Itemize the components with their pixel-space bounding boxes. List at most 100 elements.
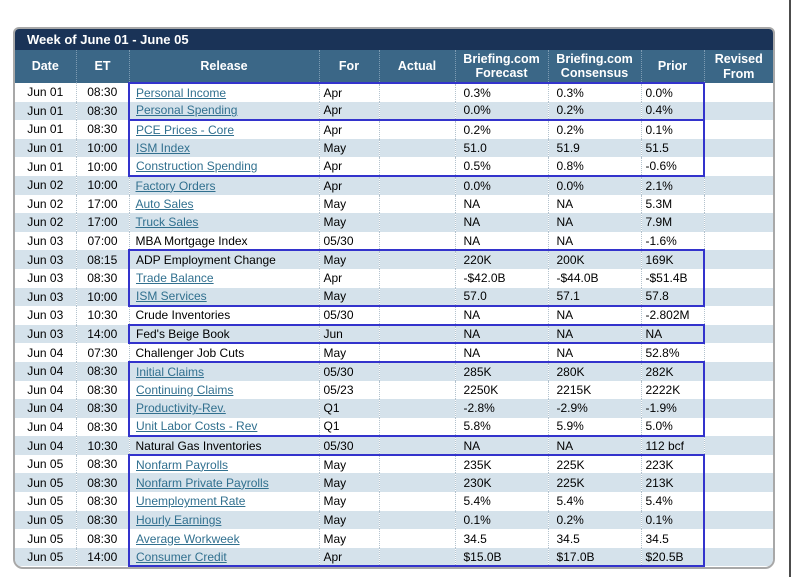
cell-revised <box>704 325 773 344</box>
cell-consensus: 5.9% <box>548 418 641 437</box>
cell-date: Jun 04 <box>15 362 76 381</box>
cell-actual <box>379 548 455 567</box>
cell-revised <box>704 418 773 437</box>
cell-forecast: NA <box>455 436 548 455</box>
cell-et: 08:30 <box>76 362 129 381</box>
cell-forecast: 2250K <box>455 381 548 400</box>
release-link[interactable]: Factory Orders <box>136 179 216 193</box>
release-link[interactable]: Nonfarm Payrolls <box>136 458 228 472</box>
cell-prior: -1.9% <box>641 399 704 418</box>
release-link[interactable]: ISM Index <box>136 141 190 155</box>
cell-release: Factory Orders <box>129 176 319 195</box>
release-link[interactable]: PCE Prices - Core <box>136 123 234 137</box>
cell-revised <box>704 120 773 139</box>
table-row: Jun 0210:00Factory OrdersApr0.0%0.0%2.1% <box>15 176 773 195</box>
cell-prior: -2.802M <box>641 306 704 325</box>
release-link[interactable]: Personal Income <box>136 86 226 100</box>
cell-date: Jun 02 <box>15 195 76 214</box>
cell-prior: -$51.4B <box>641 269 704 288</box>
cell-prior: 5.4% <box>641 492 704 511</box>
cell-prior: 57.8 <box>641 288 704 307</box>
release-link[interactable]: Average Workweek <box>136 532 240 546</box>
cell-date: Jun 01 <box>15 102 76 121</box>
release-link[interactable]: Productivity-Rev. <box>136 401 226 415</box>
release-link[interactable]: Unit Labor Costs - Rev <box>136 419 257 433</box>
cell-forecast: NA <box>455 195 548 214</box>
cell-for: May <box>319 529 379 548</box>
cell-actual <box>379 157 455 176</box>
cell-prior: 0.1% <box>641 511 704 530</box>
cell-forecast: 285K <box>455 362 548 381</box>
adjacent-panel-divider <box>789 0 791 577</box>
cell-actual <box>379 195 455 214</box>
cell-et: 10:00 <box>76 139 129 158</box>
cell-consensus: 0.0% <box>548 176 641 195</box>
cell-et: 08:15 <box>76 250 129 269</box>
cell-for: Apr <box>319 83 379 102</box>
cell-et: 08:30 <box>76 492 129 511</box>
cell-consensus: 0.2% <box>548 511 641 530</box>
cell-revised <box>704 83 773 102</box>
release-link[interactable]: Auto Sales <box>136 197 194 211</box>
cell-date: Jun 04 <box>15 436 76 455</box>
cell-for: May <box>319 492 379 511</box>
cell-consensus: $17.0B <box>548 548 641 567</box>
cell-actual <box>379 325 455 344</box>
release-link[interactable]: Construction Spending <box>136 159 257 173</box>
cell-actual <box>379 418 455 437</box>
release-link[interactable]: Hourly Earnings <box>136 513 221 527</box>
cell-revised <box>704 529 773 548</box>
cell-release: Nonfarm Private Payrolls <box>129 473 319 492</box>
release-link[interactable]: ISM Services <box>136 289 207 303</box>
cell-actual <box>379 102 455 121</box>
cell-revised <box>704 399 773 418</box>
cell-prior: 0.4% <box>641 102 704 121</box>
cell-et: 10:00 <box>76 176 129 195</box>
table-row: Jun 0308:15ADP Employment ChangeMay220K2… <box>15 250 773 269</box>
release-link[interactable]: Continuing Claims <box>136 383 233 397</box>
cell-release: Consumer Credit <box>129 548 319 567</box>
cell-forecast: NA <box>455 343 548 362</box>
cell-revised <box>704 232 773 251</box>
release-link[interactable]: Initial Claims <box>136 365 204 379</box>
cell-consensus: 0.2% <box>548 102 641 121</box>
cell-actual <box>379 139 455 158</box>
cell-forecast: 57.0 <box>455 288 548 307</box>
cell-for: May <box>319 343 379 362</box>
cell-date: Jun 05 <box>15 473 76 492</box>
cell-for: 05/23 <box>319 381 379 400</box>
cell-et: 07:00 <box>76 232 129 251</box>
column-header-date: Date <box>15 50 76 83</box>
column-header-forecast: Briefing.com Forecast <box>455 50 548 83</box>
cell-prior: $20.5B <box>641 548 704 567</box>
release-link[interactable]: Personal Spending <box>136 103 237 117</box>
cell-for: 05/30 <box>319 232 379 251</box>
release-link[interactable]: Nonfarm Private Payrolls <box>136 476 269 490</box>
cell-for: May <box>319 455 379 474</box>
cell-et: 08:30 <box>76 102 129 121</box>
cell-revised <box>704 343 773 362</box>
cell-actual <box>379 269 455 288</box>
cell-actual <box>379 362 455 381</box>
cell-et: 10:00 <box>76 288 129 307</box>
release-link[interactable]: Truck Sales <box>136 215 199 229</box>
cell-et: 14:00 <box>76 548 129 567</box>
cell-consensus: NA <box>548 195 641 214</box>
cell-revised <box>704 548 773 567</box>
cell-for: Jun <box>319 325 379 344</box>
release-link[interactable]: Consumer Credit <box>136 550 227 564</box>
cell-date: Jun 01 <box>15 120 76 139</box>
cell-revised <box>704 362 773 381</box>
cell-date: Jun 04 <box>15 418 76 437</box>
cell-for: Q1 <box>319 399 379 418</box>
cell-et: 08:30 <box>76 269 129 288</box>
release-link[interactable]: Unemployment Rate <box>136 494 245 508</box>
economic-calendar-table: DateETReleaseForActualBriefing.com Forec… <box>15 50 773 567</box>
release-link[interactable]: Trade Balance <box>136 271 214 285</box>
table-row: Jun 0110:00Construction SpendingApr0.5%0… <box>15 157 773 176</box>
cell-for: May <box>319 473 379 492</box>
table-row: Jun 0108:30Personal IncomeApr0.3%0.3%0.0… <box>15 83 773 102</box>
column-header-revised: Revised From <box>704 50 773 83</box>
cell-consensus: NA <box>548 306 641 325</box>
cell-revised <box>704 139 773 158</box>
